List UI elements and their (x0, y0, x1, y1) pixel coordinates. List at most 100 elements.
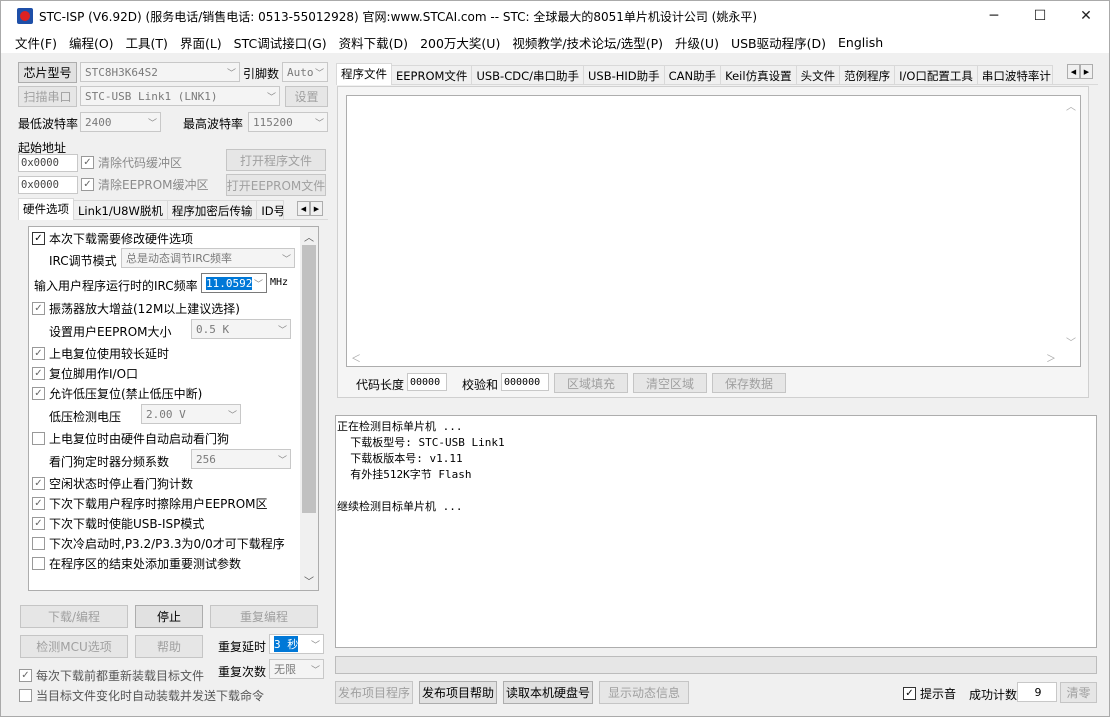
erase-eeprom-checkbox[interactable]: ✓ 下次下载用户程序时擦除用户EEPROM区 (32, 495, 268, 512)
tab-usb-cdc-serial[interactable]: USB-CDC/串口助手 (471, 65, 584, 84)
auto-reload-checkbox[interactable]: 当目标文件变化时自动装载并发送下载命令 (19, 687, 264, 704)
hex-data-view[interactable]: ︿ ﹀ ＜ ＞ (346, 95, 1081, 367)
tab-eeprom-file[interactable]: EEPROM文件 (391, 65, 473, 84)
menu-video[interactable]: 视频教学/技术论坛/选型(P) (506, 33, 669, 52)
settings-button[interactable]: 设置 (285, 86, 328, 107)
menu-file[interactable]: 文件(F) (9, 33, 63, 52)
scroll-down-icon[interactable]: ﹀ (1066, 334, 1076, 349)
lvd-select[interactable]: 2.00 V ﹀ (141, 404, 241, 424)
scroll-thumb[interactable] (302, 245, 316, 513)
chevron-down-icon: ﹀ (310, 641, 320, 651)
pins-select[interactable]: Auto ﹀ (282, 62, 328, 82)
check-icon: ✓ (81, 156, 94, 169)
tab-id-number[interactable]: ID号 (256, 200, 285, 219)
tab-hardware-options[interactable]: 硬件选项 (18, 198, 74, 220)
check-icon: ✓ (32, 302, 45, 315)
maximize-button[interactable]: ☐ (1017, 1, 1063, 31)
options-scrollbar[interactable]: ︿ ﹀ (300, 227, 318, 590)
por-delay-checkbox[interactable]: ✓ 上电复位使用较长延时 (32, 345, 169, 362)
eeprom-address-input[interactable]: 0x0000 (18, 176, 78, 194)
chip-type-button[interactable]: 芯片型号 (18, 62, 77, 83)
clear-code-buffer-checkbox[interactable]: ✓ 清除代码缓冲区 (81, 154, 182, 171)
tab-baud-calc[interactable]: 串口波特率计 (976, 65, 1053, 84)
open-program-button[interactable]: 打开程序文件 (226, 149, 326, 171)
tab-encrypted-transfer[interactable]: 程序加密后传输 (166, 200, 258, 219)
check-icon: ✓ (19, 669, 32, 682)
read-disk-id-button[interactable]: 读取本机硬盘号 (503, 681, 593, 704)
tab-can-helper[interactable]: CAN助手 (663, 65, 722, 84)
port-select[interactable]: STC-USB Link1 (LNK1) ﹀ (80, 86, 280, 106)
menu-interface[interactable]: 界面(L) (174, 33, 228, 52)
right-tab-scroller: ◀ ▶ (1067, 64, 1093, 79)
clear-eeprom-buffer-checkbox[interactable]: ✓ 清除EEPROM缓冲区 (81, 176, 209, 193)
min-baud-select[interactable]: 2400 ﹀ (80, 112, 161, 132)
reset-io-checkbox[interactable]: ✓ 复位脚用作I/O口 (32, 365, 138, 382)
reload-before-download-checkbox[interactable]: ✓ 每次下载前都重新装载目标文件 (19, 667, 204, 684)
scroll-right-icon[interactable]: ＞ (1046, 350, 1056, 365)
clear-count-button[interactable]: 清零 (1060, 682, 1097, 703)
status-log[interactable]: 正在检测目标单片机 ... 下载板型号: STC-USB Link1 下载板版本… (335, 415, 1097, 648)
chip-type-select[interactable]: STC8H3K64S2 ﹀ (80, 62, 240, 82)
publish-program-button[interactable]: 发布项目程序 (335, 681, 413, 704)
tab-scroll-right-icon[interactable]: ▶ (310, 201, 323, 216)
reprogram-button[interactable]: 重复编程 (210, 605, 318, 628)
modify-hw-options-checkbox[interactable]: ✓ 本次下载需要修改硬件选项 (32, 230, 193, 247)
tab-io-config[interactable]: I/O口配置工具 (894, 65, 978, 84)
irc-mode-select[interactable]: 总是动态调节IRC频率 ﹀ (121, 248, 295, 268)
check-icon: ✓ (32, 517, 45, 530)
menu-prize[interactable]: 200万大奖(U) (414, 33, 506, 52)
save-data-button[interactable]: 保存数据 (712, 373, 786, 393)
code-address-input[interactable]: 0x0000 (18, 154, 78, 172)
menu-english[interactable]: English (832, 35, 889, 50)
tab-examples[interactable]: 范例程序 (839, 65, 896, 84)
menu-upgrade[interactable]: 升级(U) (669, 33, 725, 52)
scan-port-button[interactable]: 扫描串口 (18, 86, 77, 107)
scroll-left-icon[interactable]: ＜ (351, 350, 361, 365)
menu-downloads[interactable]: 资料下载(D) (333, 33, 414, 52)
max-baud-select[interactable]: 115200 ﹀ (248, 112, 328, 132)
irc-mode-label: IRC调节模式 (49, 254, 117, 268)
sound-checkbox[interactable]: ✓ 提示音 (903, 685, 956, 702)
wdt-divider-select[interactable]: 256 ﹀ (191, 449, 291, 469)
tab-keil-sim[interactable]: Keil仿真设置 (720, 65, 797, 84)
cold-boot-checkbox[interactable]: 下次冷启动时,P3.2/P3.3为0/0才可下载程序 (32, 535, 285, 552)
repeat-count-select[interactable]: 无限 ﹀ (269, 659, 324, 679)
menu-tools[interactable]: 工具(T) (120, 33, 174, 52)
tab-link1-offline[interactable]: Link1/U8W脱机 (73, 200, 168, 219)
help-button[interactable]: 帮助 (135, 635, 203, 658)
publish-help-button[interactable]: 发布项目帮助 (419, 681, 497, 704)
check-mcu-button[interactable]: 检测MCU选项 (20, 635, 128, 658)
usb-isp-checkbox[interactable]: ✓ 下次下载时使能USB-ISP模式 (32, 515, 204, 532)
menu-program[interactable]: 编程(O) (63, 33, 120, 52)
eeprom-size-select[interactable]: 0.5 K ﹀ (191, 319, 291, 339)
minimize-button[interactable]: ─ (971, 1, 1017, 31)
tab-scroll-right-icon[interactable]: ▶ (1080, 64, 1093, 79)
clear-area-button[interactable]: 清空区域 (633, 373, 707, 393)
menu-usb-driver[interactable]: USB驱动程序(D) (725, 33, 832, 52)
stop-button[interactable]: 停止 (135, 605, 203, 628)
tab-header-files[interactable]: 头文件 (795, 65, 841, 84)
idle-stop-wdt-checkbox[interactable]: ✓ 空闲状态时停止看门狗计数 (32, 475, 193, 492)
tab-program-file[interactable]: 程序文件 (336, 63, 392, 85)
osc-gain-checkbox[interactable]: ✓ 振荡器放大增益(12M以上建议选择) (32, 300, 240, 317)
open-eeprom-button[interactable]: 打开EEPROM文件 (226, 174, 326, 196)
tab-scroll-left-icon[interactable]: ◀ (1067, 64, 1080, 79)
scroll-up-icon[interactable]: ︿ (304, 229, 314, 244)
test-params-checkbox[interactable]: 在程序区的结束处添加重要测试参数 (32, 555, 241, 572)
success-count-label: 成功计数 (969, 688, 1018, 702)
close-button[interactable]: ✕ (1063, 1, 1109, 31)
show-dynamic-info-button[interactable]: 显示动态信息 (599, 681, 689, 704)
tab-usb-hid[interactable]: USB-HID助手 (582, 65, 665, 84)
check-icon: ✓ (32, 497, 45, 510)
fill-area-button[interactable]: 区域填充 (554, 373, 628, 393)
scroll-down-icon[interactable]: ﹀ (304, 573, 314, 588)
scroll-up-icon[interactable]: ︿ (1066, 98, 1076, 113)
tab-scroll-left-icon[interactable]: ◀ (297, 201, 310, 216)
hw-watchdog-checkbox[interactable]: 上电复位时由硬件自动启动看门狗 (32, 430, 229, 447)
menu-debug[interactable]: STC调试接口(G) (228, 33, 333, 52)
irc-freq-select[interactable]: 11.0592 ﹀ (201, 273, 267, 293)
checksum-value: 000000 (501, 373, 549, 391)
download-program-button[interactable]: 下载/编程 (20, 605, 128, 628)
repeat-delay-select[interactable]: 3 秒 ﹀ (269, 634, 324, 654)
low-voltage-reset-checkbox[interactable]: ✓ 允许低压复位(禁止低压中断) (32, 385, 202, 402)
